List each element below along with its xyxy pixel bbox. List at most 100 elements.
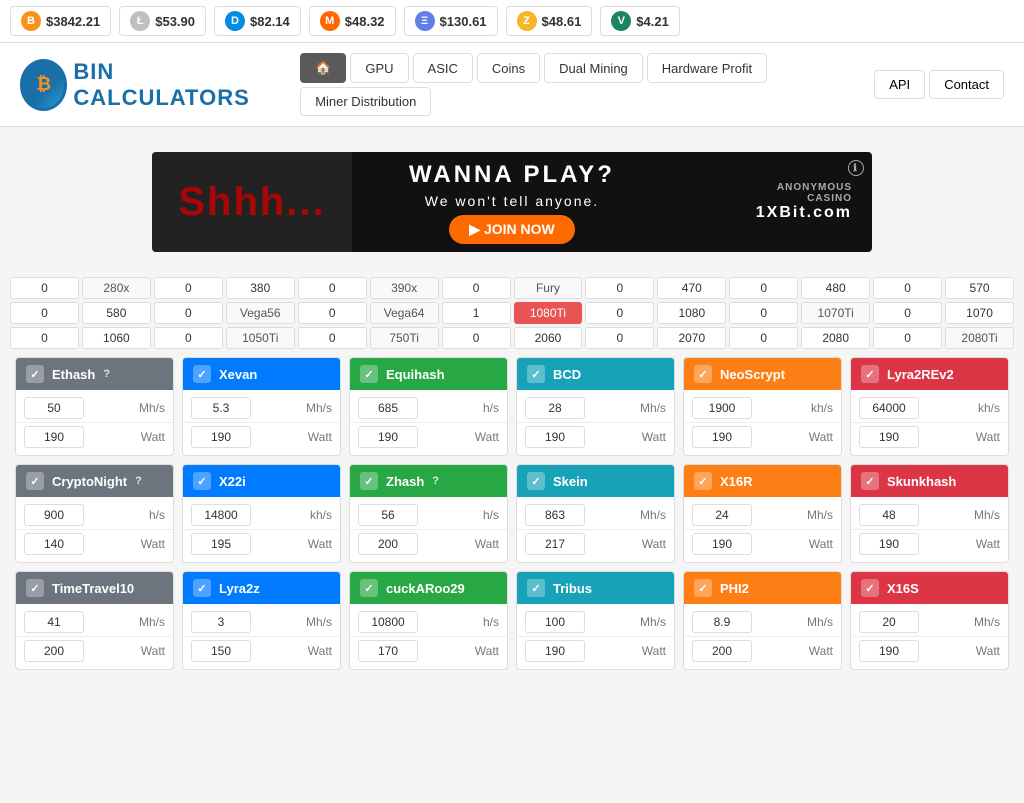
algo-checkbox[interactable]: ✓ [193, 579, 211, 597]
nav-miner-button[interactable]: Miner Distribution [300, 87, 431, 116]
gpu-count-input[interactable] [873, 277, 942, 299]
algo-value-input[interactable] [358, 640, 418, 662]
gpu-count-input[interactable] [298, 327, 367, 349]
algo-value-input[interactable] [191, 397, 251, 419]
gpu-count-input[interactable] [585, 277, 654, 299]
nav-api-button[interactable]: API [874, 70, 925, 99]
algo-header[interactable]: ✓ Ethash ? [16, 358, 173, 390]
algo-value-input[interactable] [692, 426, 752, 448]
gpu-count-input[interactable] [729, 277, 798, 299]
gpu-count-input[interactable] [801, 277, 870, 299]
algo-value-input[interactable] [191, 504, 251, 526]
algo-value-input[interactable] [525, 640, 585, 662]
algo-header[interactable]: ✓ Lyra2REv2 [851, 358, 1008, 390]
algo-value-input[interactable] [859, 533, 919, 555]
algo-header[interactable]: ✓ Lyra2z [183, 572, 340, 604]
algo-value-input[interactable] [24, 426, 84, 448]
algo-value-input[interactable] [859, 397, 919, 419]
gpu-count-input[interactable] [657, 327, 726, 349]
algo-value-input[interactable] [859, 611, 919, 633]
algo-checkbox[interactable]: ✓ [694, 472, 712, 490]
gpu-count-input[interactable] [82, 327, 151, 349]
gpu-count-input[interactable] [945, 302, 1014, 324]
algo-value-input[interactable] [24, 533, 84, 555]
algo-checkbox[interactable]: ✓ [861, 365, 879, 383]
algo-value-input[interactable] [24, 397, 84, 419]
nav-gpu-button[interactable]: GPU [350, 53, 408, 83]
gpu-count-input[interactable] [154, 277, 223, 299]
gpu-count-input[interactable] [298, 302, 367, 324]
gpu-count-input[interactable] [729, 302, 798, 324]
nav-home-button[interactable]: 🏠 [300, 53, 346, 83]
algo-header[interactable]: ✓ PHI2 [684, 572, 841, 604]
algo-value-input[interactable] [859, 640, 919, 662]
algo-header[interactable]: ✓ Skunkhash [851, 465, 1008, 497]
algo-header[interactable]: ✓ Equihash [350, 358, 507, 390]
algo-value-input[interactable] [358, 611, 418, 633]
gpu-count-input[interactable] [657, 277, 726, 299]
gpu-count-input[interactable] [514, 327, 583, 349]
nav-dualmining-button[interactable]: Dual Mining [544, 53, 643, 83]
algo-value-input[interactable] [692, 533, 752, 555]
ad-banner[interactable]: Shhh... WANNA PLAY? We won't tell anyone… [152, 152, 872, 252]
nav-hardware-button[interactable]: Hardware Profit [647, 53, 767, 83]
gpu-count-input[interactable] [657, 302, 726, 324]
algo-value-input[interactable] [24, 504, 84, 526]
info-icon[interactable]: ? [135, 475, 142, 487]
algo-value-input[interactable] [692, 640, 752, 662]
algo-value-input[interactable] [24, 611, 84, 633]
gpu-count-input[interactable] [226, 277, 295, 299]
algo-checkbox[interactable]: ✓ [360, 365, 378, 383]
info-icon[interactable]: ? [432, 475, 439, 487]
algo-value-input[interactable] [692, 504, 752, 526]
algo-header[interactable]: ✓ Zhash ? [350, 465, 507, 497]
gpu-count-input[interactable] [873, 327, 942, 349]
algo-header[interactable]: ✓ TimeTravel10 [16, 572, 173, 604]
gpu-count-input[interactable] [154, 327, 223, 349]
algo-checkbox[interactable]: ✓ [861, 472, 879, 490]
algo-value-input[interactable] [692, 611, 752, 633]
algo-checkbox[interactable]: ✓ [26, 472, 44, 490]
gpu-count-input[interactable] [298, 277, 367, 299]
algo-value-input[interactable] [191, 426, 251, 448]
gpu-count-input[interactable] [154, 302, 223, 324]
algo-checkbox[interactable]: ✓ [527, 472, 545, 490]
algo-header[interactable]: ✓ CryptoNight ? [16, 465, 173, 497]
algo-value-input[interactable] [525, 504, 585, 526]
algo-checkbox[interactable]: ✓ [26, 365, 44, 383]
algo-value-input[interactable] [24, 640, 84, 662]
algo-value-input[interactable] [525, 611, 585, 633]
algo-header[interactable]: ✓ Xevan [183, 358, 340, 390]
algo-value-input[interactable] [525, 533, 585, 555]
gpu-count-input[interactable] [10, 277, 79, 299]
info-icon[interactable]: ? [103, 368, 110, 380]
algo-checkbox[interactable]: ✓ [360, 472, 378, 490]
algo-value-input[interactable] [191, 533, 251, 555]
algo-value-input[interactable] [191, 611, 251, 633]
gpu-count-input[interactable] [442, 327, 511, 349]
algo-value-input[interactable] [358, 504, 418, 526]
gpu-count-input[interactable] [585, 302, 654, 324]
ad-info-icon[interactable]: ℹ [848, 160, 864, 176]
algo-value-input[interactable] [525, 397, 585, 419]
algo-checkbox[interactable]: ✓ [527, 365, 545, 383]
gpu-count-input[interactable] [442, 277, 511, 299]
gpu-count-input[interactable] [10, 327, 79, 349]
gpu-count-input[interactable] [801, 327, 870, 349]
algo-header[interactable]: ✓ X16S [851, 572, 1008, 604]
algo-checkbox[interactable]: ✓ [861, 579, 879, 597]
nav-contact-button[interactable]: Contact [929, 70, 1004, 99]
algo-checkbox[interactable]: ✓ [694, 579, 712, 597]
algo-checkbox[interactable]: ✓ [694, 365, 712, 383]
algo-checkbox[interactable]: ✓ [360, 579, 378, 597]
algo-header[interactable]: ✓ X16R [684, 465, 841, 497]
algo-checkbox[interactable]: ✓ [193, 472, 211, 490]
algo-header[interactable]: ✓ NeoScrypt [684, 358, 841, 390]
nav-coins-button[interactable]: Coins [477, 53, 540, 83]
gpu-count-input[interactable] [442, 302, 511, 324]
gpu-count-input[interactable] [585, 327, 654, 349]
nav-asic-button[interactable]: ASIC [413, 53, 473, 83]
algo-value-input[interactable] [358, 426, 418, 448]
algo-value-input[interactable] [859, 426, 919, 448]
algo-header[interactable]: ✓ BCD [517, 358, 674, 390]
